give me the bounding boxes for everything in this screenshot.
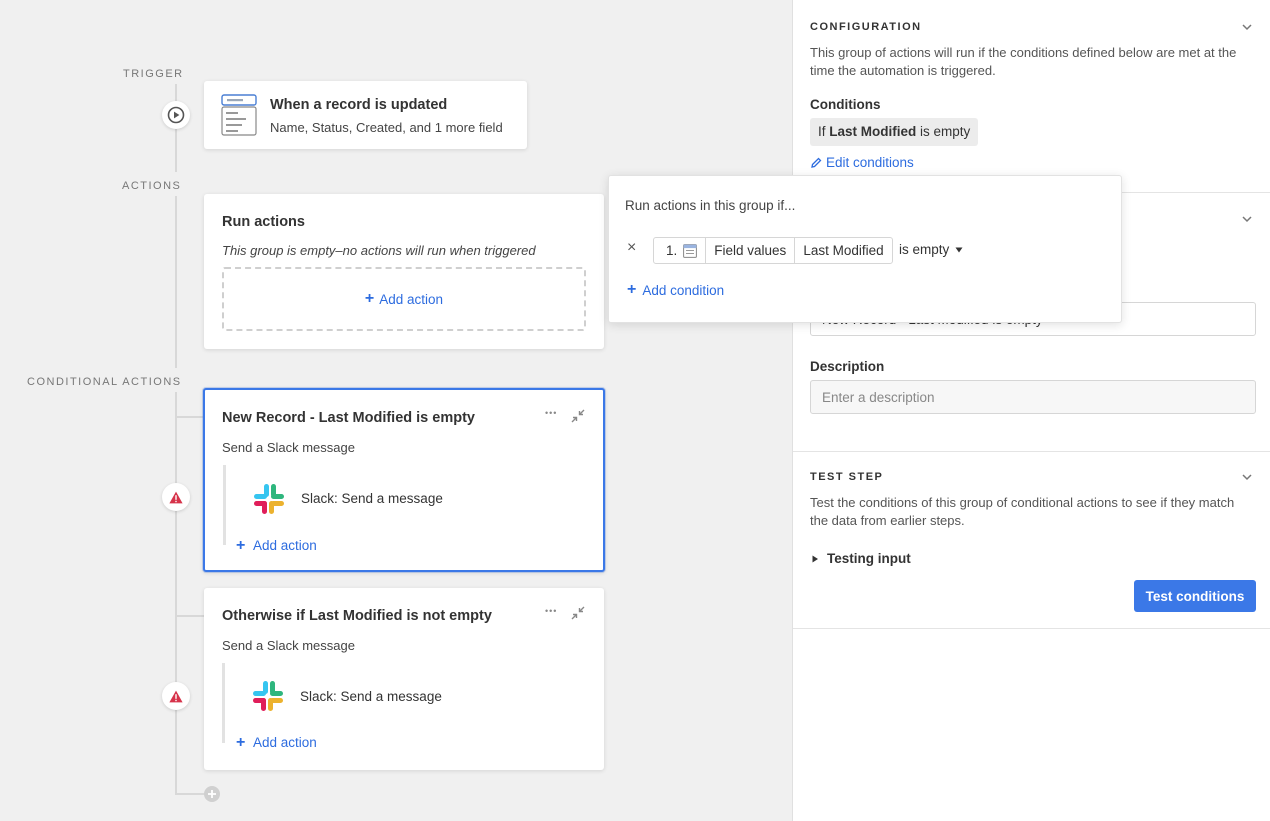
plus-icon: + — [627, 281, 637, 298]
connector-branch — [175, 416, 204, 418]
condition-field-token[interactable]: Last Modified — [795, 238, 891, 263]
trigger-card[interactable]: When a record is updated Name, Status, C… — [204, 81, 527, 149]
condition-summary[interactable]: If Last Modified is empty — [810, 118, 979, 146]
caret-right-icon — [812, 555, 818, 562]
add-action-dropzone[interactable]: + Add action — [222, 267, 586, 331]
slack-action-row[interactable]: Slack: Send a message — [222, 663, 582, 743]
add-action-link[interactable]: + Add action — [236, 734, 317, 752]
connector-line — [175, 196, 177, 368]
slack-logo-icon — [253, 681, 283, 711]
conditions-label: Conditions — [810, 97, 881, 112]
add-condition-label: Add condition — [642, 282, 725, 298]
conditional-group-title: New Record - Last Modified is empty — [222, 410, 475, 426]
conditional-group-subtitle: Send a Slack message — [222, 638, 355, 653]
test-step-section: TEST STEP Test the conditions of this gr… — [793, 452, 1270, 629]
connector-line — [175, 392, 177, 794]
pencil-icon — [811, 157, 822, 168]
step-number: 1. — [666, 243, 678, 258]
automation-canvas: TRIGGER ACTIONS CONDITIONAL ACTIONS When… — [0, 0, 792, 821]
configuration-heading: CONFIGURATION — [810, 21, 922, 33]
warning-icon — [169, 491, 183, 503]
trigger-section-label: TRIGGER — [123, 68, 184, 80]
description-label: Description — [810, 359, 885, 374]
plus-icon: + — [236, 734, 246, 751]
slack-action-label: Slack: Send a message — [301, 491, 443, 506]
configuration-panel: CONFIGURATION This group of actions will… — [792, 0, 1270, 821]
remove-condition-button[interactable]: × — [627, 240, 636, 256]
table-form-icon — [683, 243, 698, 258]
add-condition-link[interactable]: + Add condition — [627, 281, 724, 299]
slack-logo-icon — [254, 484, 284, 514]
condition-prefix: If — [818, 124, 826, 139]
empty-group-text: This group is empty–no actions will run … — [222, 243, 536, 258]
collapse-icon[interactable] — [571, 606, 585, 620]
warning-node[interactable] — [162, 682, 190, 710]
condition-field: Last Modified — [829, 124, 917, 139]
plus-icon: + — [364, 290, 375, 307]
actions-section-label: ACTIONS — [122, 180, 182, 192]
caret-down-icon — [955, 247, 963, 252]
condition-source-token[interactable]: Field values — [706, 238, 796, 263]
trigger-node[interactable] — [162, 101, 190, 129]
test-conditions-button[interactable]: Test conditions — [1134, 580, 1256, 612]
trigger-title: When a record is updated — [270, 97, 448, 113]
condition-step-token[interactable]: 1. — [654, 238, 707, 263]
chevron-down-icon[interactable] — [1241, 213, 1253, 225]
testing-input-label: Testing input — [827, 551, 911, 566]
run-actions-card[interactable]: Run actions This group is empty–no actio… — [204, 194, 604, 349]
test-step-description: Test the conditions of this group of con… — [810, 495, 1235, 528]
description-input[interactable] — [810, 380, 1256, 414]
add-branch-button[interactable] — [204, 786, 220, 802]
edit-conditions-popover: Run actions in this group if... × 1. Fie… — [608, 175, 1122, 323]
popover-heading: Run actions in this group if... — [625, 198, 796, 213]
conditional-group-card[interactable]: Otherwise if Last Modified is not empty … — [204, 588, 604, 770]
chevron-down-icon[interactable] — [1241, 21, 1253, 33]
plus-icon: + — [236, 537, 246, 554]
more-options-icon[interactable]: ••• — [545, 408, 557, 418]
trigger-subtitle: Name, Status, Created, and 1 more field — [270, 120, 503, 135]
condition-suffix: is empty — [920, 124, 971, 139]
conditional-group-card[interactable]: New Record - Last Modified is empty ••• … — [203, 388, 605, 572]
slack-action-row[interactable]: Slack: Send a message — [223, 465, 583, 545]
condition-operator-select[interactable]: is empty — [899, 242, 963, 257]
conditional-actions-section-label: CONDITIONAL ACTIONS — [27, 376, 182, 388]
conditional-group-title: Otherwise if Last Modified is not empty — [222, 608, 492, 624]
edit-conditions-label: Edit conditions — [826, 155, 914, 170]
collapse-icon[interactable] — [571, 409, 585, 423]
run-actions-title: Run actions — [222, 214, 305, 230]
connector-branch — [175, 615, 204, 617]
warning-node[interactable] — [162, 483, 190, 511]
play-circle-icon — [167, 106, 185, 124]
connector-branch — [175, 793, 205, 795]
plus-icon — [208, 790, 216, 798]
configuration-section: CONFIGURATION This group of actions will… — [793, 0, 1270, 193]
condition-row: 1. Field values Last Modified — [653, 237, 893, 264]
conditional-group-subtitle: Send a Slack message — [222, 440, 355, 455]
add-action-link[interactable]: + Add action — [236, 537, 317, 555]
table-form-icon — [221, 94, 257, 136]
edit-conditions-link[interactable]: Edit conditions — [810, 155, 914, 170]
warning-icon — [169, 690, 183, 702]
configuration-description: This group of actions will run if the co… — [810, 45, 1237, 78]
add-action-label: Add action — [252, 538, 317, 553]
more-options-icon[interactable]: ••• — [545, 606, 557, 616]
chevron-down-icon[interactable] — [1241, 471, 1253, 483]
add-action-label: Add action — [379, 291, 444, 307]
add-action-label: Add action — [252, 735, 317, 750]
slack-action-label: Slack: Send a message — [300, 689, 442, 704]
testing-input-toggle[interactable]: Testing input — [810, 551, 911, 566]
operator-label: is empty — [899, 242, 950, 257]
test-step-heading: TEST STEP — [810, 471, 884, 483]
